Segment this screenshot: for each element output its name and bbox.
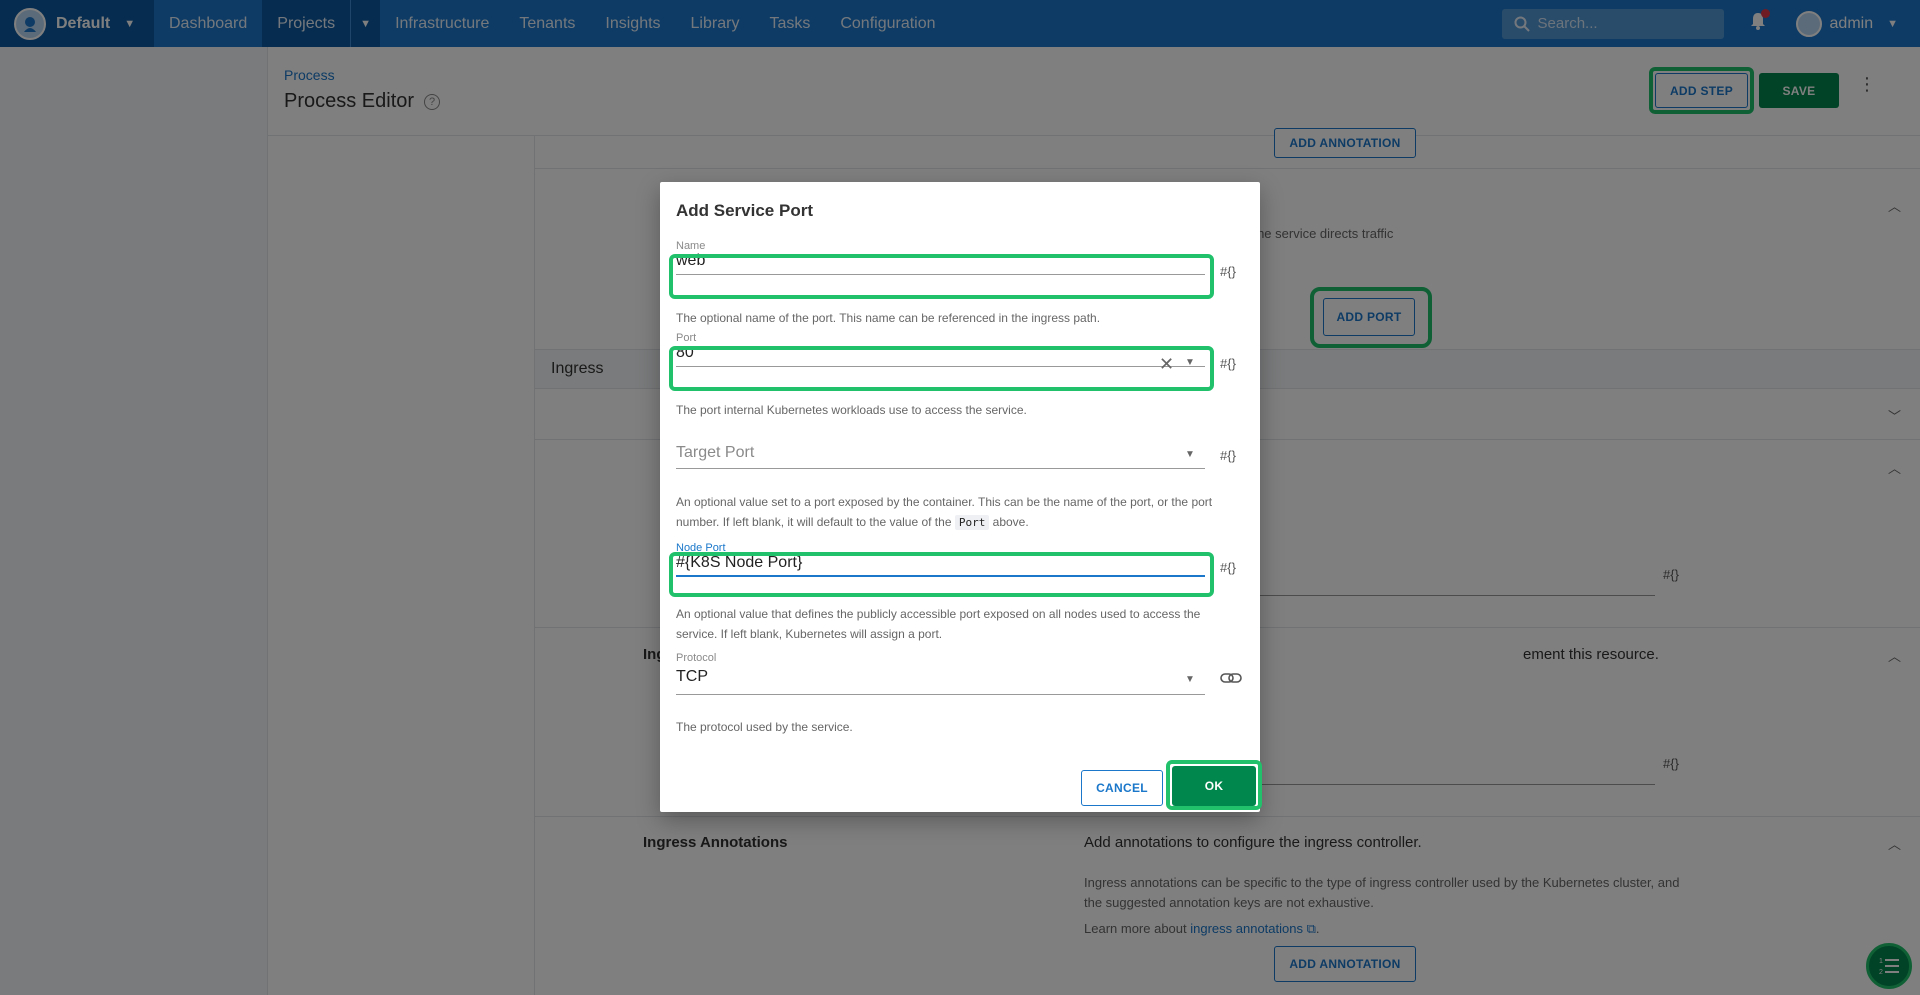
add-service-port-dialog: Add Service Port Name web #{} The option… — [660, 182, 1262, 812]
highlight-port-field — [669, 346, 1214, 391]
target-port-underline — [676, 468, 1205, 469]
dropdown-arrow-icon[interactable]: ▼ — [1185, 674, 1195, 685]
target-port-help-2: above. — [989, 515, 1029, 529]
dialog-title: Add Service Port — [676, 201, 813, 220]
target-port-field[interactable]: Target Port — [676, 444, 1205, 474]
target-port-help-1: An optional value set to a port exposed … — [676, 495, 1213, 529]
port-code: Port — [954, 515, 990, 530]
dropdown-arrow-icon[interactable]: ▼ — [1185, 449, 1195, 460]
target-port-help: An optional value set to a port exposed … — [676, 492, 1216, 533]
protocol-field[interactable]: Protocol TCP — [676, 652, 1205, 695]
protocol-label: Protocol — [676, 652, 717, 664]
target-port-placeholder: Target Port — [676, 444, 755, 461]
highlight-ok-button — [1166, 760, 1262, 810]
port-label: Port — [676, 332, 697, 344]
highlight-name-field — [669, 254, 1214, 299]
port-help: The port internal Kubernetes workloads u… — [676, 403, 1027, 417]
highlight-node-port-field — [669, 552, 1214, 597]
cancel-button[interactable]: CANCEL — [1081, 770, 1163, 806]
protocol-help: The protocol used by the service. — [676, 720, 853, 734]
protocol-underline — [676, 694, 1205, 695]
name-help: The optional name of the port. This name… — [676, 311, 1101, 325]
variable-icon[interactable]: #{} — [1220, 448, 1236, 463]
node-port-help: An optional value that defines the publi… — [676, 607, 1201, 641]
variable-icon[interactable]: #{} — [1220, 356, 1236, 371]
name-label: Name — [676, 240, 706, 252]
variable-icon[interactable]: #{} — [1220, 560, 1236, 575]
protocol-value: TCP — [676, 668, 708, 685]
variable-icon[interactable]: #{} — [1220, 264, 1236, 279]
link-icon[interactable] — [1220, 672, 1242, 687]
